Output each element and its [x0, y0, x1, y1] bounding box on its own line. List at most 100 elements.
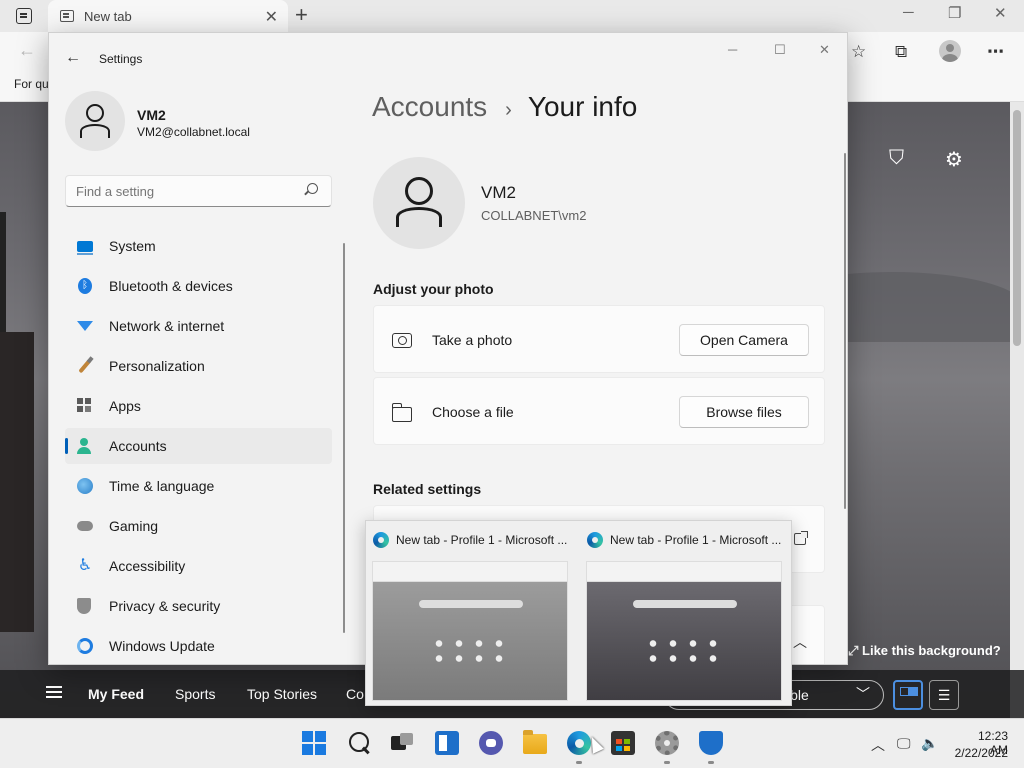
sidebar-item-apps[interactable]: Apps — [65, 388, 332, 424]
browser-restore-icon[interactable]: ❐ — [948, 4, 961, 22]
browser-profile-avatar[interactable] — [939, 40, 961, 62]
popout-icon[interactable] — [794, 531, 808, 545]
widgets-icon[interactable] — [435, 731, 459, 755]
sidebar-item-network[interactable]: Network & internet — [65, 308, 332, 344]
list-layout-button[interactable]: ☰ — [929, 680, 959, 710]
volume-icon[interactable]: 🔈 — [921, 735, 938, 752]
settings-nav: System ᛒ Bluetooth & devices Network & i… — [65, 228, 332, 664]
like-background-link[interactable]: ⤢ Like this background? — [848, 643, 1001, 659]
accounts-icon — [77, 438, 91, 454]
system-icon — [77, 241, 93, 255]
window-thumbnail[interactable] — [372, 561, 568, 701]
more-options-icon[interactable]: ⋯ — [987, 42, 1004, 62]
edge-icon — [587, 532, 603, 548]
content-scrollbar[interactable] — [844, 153, 846, 509]
expand-icon: ⤢ — [848, 643, 863, 658]
related-settings-heading: Related settings — [373, 481, 482, 497]
brush-icon — [78, 358, 92, 374]
edge-icon — [373, 532, 389, 548]
sidebar-user-avatar[interactable] — [65, 91, 125, 151]
feed-tab-sports[interactable]: Sports — [175, 686, 215, 702]
chevron-up-icon[interactable]: ︿ — [793, 632, 807, 652]
breadcrumb-chevron-icon: › — [505, 99, 512, 121]
settings-app-title: Settings — [99, 52, 143, 66]
window-thumbnail[interactable] — [586, 561, 782, 701]
security-shield-icon[interactable] — [699, 731, 723, 755]
preview-title[interactable]: New tab - Profile 1 - Microsoft ... — [396, 533, 570, 547]
sidebar-item-accounts[interactable]: Accounts — [65, 428, 332, 464]
bluetooth-icon: ᛒ — [78, 278, 92, 294]
favorites-star-icon[interactable]: ☆ — [851, 42, 866, 62]
preview-title[interactable]: New tab - Profile 1 - Microsoft ... — [610, 533, 784, 547]
sidebar-item-privacy[interactable]: Privacy & security — [65, 588, 332, 624]
clock-date[interactable]: 2/22/2022 — [948, 746, 1008, 760]
take-photo-card: Take a photo Open Camera — [373, 305, 825, 373]
start-button-icon[interactable] — [302, 731, 326, 755]
sidebar-item-time-language[interactable]: Time & language — [65, 468, 332, 504]
tab-actions-icon[interactable] — [16, 8, 32, 24]
tray-overflow-chevron-icon[interactable]: ︿ — [871, 735, 885, 755]
accessibility-icon: ♿ — [77, 557, 93, 574]
settings-maximize-icon[interactable]: ☐ — [774, 42, 786, 58]
favorites-bar-text: For qu — [14, 77, 49, 91]
browser-minimize-icon[interactable]: ─ — [903, 4, 914, 21]
profile-avatar — [373, 157, 465, 249]
running-indicator — [576, 761, 582, 764]
sidebar-item-accessibility[interactable]: ♿ Accessibility — [65, 548, 332, 584]
taskbar-search-icon[interactable] — [347, 731, 371, 755]
sidebar-item-personalization[interactable]: Personalization — [65, 348, 332, 384]
browser-close-icon[interactable]: ✕ — [994, 4, 1007, 22]
choose-file-card: Choose a file Browse files — [373, 377, 825, 445]
network-tray-icon[interactable]: 🖵 — [897, 735, 911, 752]
profile-domain-user: COLLABNET\vm2 — [481, 208, 587, 223]
running-indicator — [708, 761, 714, 764]
adjust-photo-heading: Adjust your photo — [373, 281, 494, 297]
teams-chat-icon[interactable] — [479, 731, 503, 755]
network-icon — [77, 321, 93, 331]
sidebar-item-windows-update[interactable]: Windows Update — [65, 628, 332, 664]
task-view-icon[interactable] — [391, 731, 415, 755]
sidebar-user-name: VM2 — [137, 107, 166, 123]
browser-tab-new-tab[interactable]: New tab ✕ — [48, 0, 288, 32]
feed-tab-top-stories[interactable]: Top Stories — [247, 686, 317, 702]
settings-minimize-icon[interactable]: ─ — [728, 42, 737, 57]
rewards-icon[interactable]: ⛉ — [889, 147, 904, 170]
feed-tab-partial[interactable]: Co — [346, 686, 364, 702]
taskbar-preview-flyout: New tab - Profile 1 - Microsoft ... New … — [365, 520, 808, 706]
collections-icon[interactable]: ⧉ — [895, 42, 907, 62]
settings-close-icon[interactable]: ✕ — [819, 42, 830, 58]
globe-clock-icon — [77, 478, 93, 494]
find-setting-input[interactable] — [65, 175, 332, 207]
folder-icon — [391, 403, 412, 422]
new-tab-plus-icon[interactable]: + — [295, 2, 308, 28]
tab-page-icon — [60, 10, 74, 22]
browser-back-icon[interactable]: ← — [18, 40, 36, 61]
close-tab-icon[interactable]: ✕ — [265, 7, 278, 27]
take-photo-label: Take a photo — [432, 332, 513, 348]
page-scrollbar-thumb[interactable] — [1013, 110, 1021, 346]
file-explorer-icon[interactable] — [523, 730, 547, 754]
pier-piling — [0, 212, 6, 332]
search-icon[interactable] — [307, 183, 318, 194]
sidebar-scrollbar[interactable] — [343, 243, 345, 633]
feed-menu-icon[interactable] — [46, 686, 62, 698]
shield-icon — [77, 598, 91, 614]
sidebar-item-bluetooth[interactable]: ᛒ Bluetooth & devices — [65, 268, 332, 304]
settings-gear-icon[interactable] — [655, 731, 679, 755]
grid-layout-button[interactable] — [893, 680, 923, 710]
browse-files-button[interactable]: Browse files — [679, 396, 809, 428]
breadcrumb: Accounts › Your info — [372, 91, 637, 123]
sidebar-user-email: VM2@collabnet.local — [137, 125, 250, 139]
profile-name: VM2 — [481, 183, 516, 202]
sidebar-item-system[interactable]: System — [65, 228, 332, 264]
open-camera-button[interactable]: Open Camera — [679, 324, 809, 356]
store-icon[interactable] — [611, 731, 635, 755]
breadcrumb-parent-accounts[interactable]: Accounts — [372, 91, 487, 123]
feed-tab-my-feed[interactable]: My Feed — [88, 686, 144, 702]
camera-icon — [392, 333, 412, 348]
apps-icon — [77, 398, 91, 412]
page-settings-gear-icon[interactable]: ⚙ — [945, 147, 963, 172]
sidebar-item-gaming[interactable]: Gaming — [65, 508, 332, 544]
back-arrow-icon[interactable]: ← — [65, 49, 81, 67]
page-title: Your info — [527, 91, 638, 122]
